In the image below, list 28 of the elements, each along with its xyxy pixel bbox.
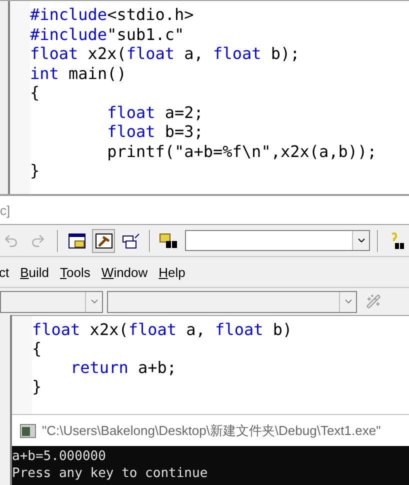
code-line: float b=3; — [106, 122, 204, 142]
code-line: float a=2; — [106, 102, 204, 122]
menu-item[interactable]: Window — [101, 264, 148, 280]
console-output: Press any key to continue — [12, 465, 209, 482]
code-editor[interactable]: #include<stdio.h> #include"sub1.c" float x2x(float a, float b); int main() { float a=2; float b=3; printf("a+b=%f\n",x2x(a,b)); } — [10, 1, 409, 194]
class-combo[interactable] — [0, 290, 103, 312]
code-line: #include"sub1.c" — [30, 24, 186, 44]
code-line: float x2x(float a, float b) — [32, 320, 292, 339]
code-line: printf("a+b=%f\n",x2x(a,b)); — [106, 142, 377, 161]
menu-item[interactable]: Help — [158, 264, 186, 280]
code-line: { — [32, 339, 43, 358]
code-line: } — [32, 377, 43, 396]
code-line: int main() — [30, 64, 128, 83]
code-line: return a+b; — [70, 358, 178, 377]
menu-item[interactable]: Tools — [60, 264, 90, 280]
code-line: } — [30, 161, 41, 180]
hammer-icon[interactable] — [92, 228, 116, 252]
code-line: float x2x(float a, float b); — [30, 44, 301, 64]
code-line: { — [30, 83, 41, 102]
member-combo[interactable] — [107, 290, 357, 312]
menu-item[interactable]: Build — [20, 264, 50, 280]
code-editor[interactable]: float x2x(float a, float b) { return a+b; } — [12, 316, 409, 414]
console-output: a+b=5.000000 — [12, 448, 107, 465]
console-title: "C:\Users\Bakelong\Desktop\新建文件夹\Debug\Text1.exe" — [42, 422, 381, 440]
find-combo[interactable] — [184, 230, 370, 251]
console-icon — [20, 424, 36, 438]
code-line: #include<stdio.h> — [30, 5, 195, 24]
window-title: c] — [0, 202, 10, 218]
